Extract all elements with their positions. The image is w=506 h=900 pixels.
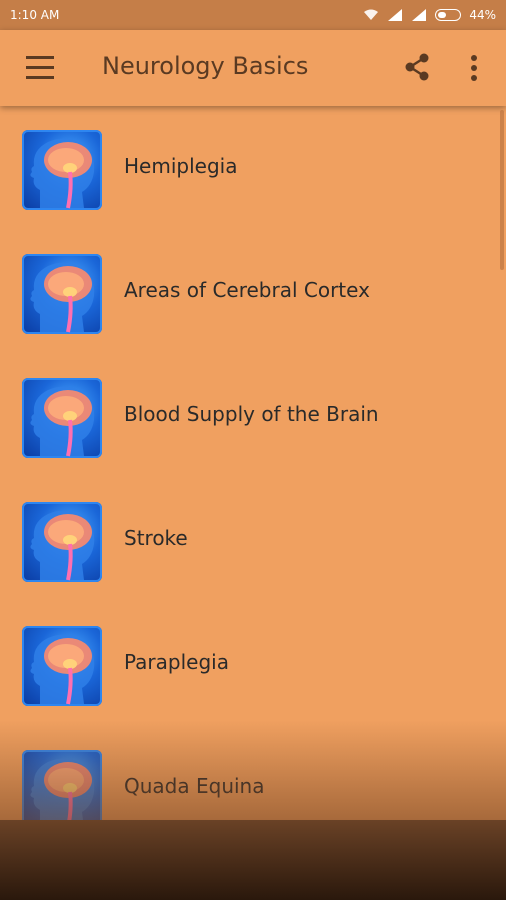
brain-head-icon xyxy=(22,502,102,582)
brain-head-icon xyxy=(22,130,102,210)
list-item-label: Hemiplegia xyxy=(124,154,238,178)
app-bar: Neurology Basics xyxy=(0,30,506,106)
brain-head-icon xyxy=(22,254,102,334)
list-item[interactable]: Areas of Cerebral Cortex xyxy=(0,230,506,354)
brain-head-icon xyxy=(22,626,102,706)
share-icon[interactable] xyxy=(402,52,432,82)
list-item[interactable]: Paraplegia xyxy=(0,602,506,726)
brain-head-icon xyxy=(22,378,102,458)
list-item-label: Quada Equina xyxy=(124,774,265,798)
scrollbar[interactable] xyxy=(500,110,504,270)
brain-head-icon xyxy=(22,750,102,830)
status-icons: 44% xyxy=(363,8,496,22)
list-item[interactable]: Blood Supply of the Brain xyxy=(0,354,506,478)
list-item[interactable]: Hemiplegia xyxy=(0,106,506,230)
hamburger-menu-icon[interactable] xyxy=(26,56,54,80)
battery-icon xyxy=(435,9,462,21)
list-item-label: Stroke xyxy=(124,526,188,550)
more-options-icon[interactable] xyxy=(466,54,482,82)
list-item-label: Blood Supply of the Brain xyxy=(124,402,379,426)
app-title: Neurology Basics xyxy=(102,52,309,80)
status-bar: 1:10 AM 44% xyxy=(0,0,506,30)
battery-percent: 44% xyxy=(469,8,496,22)
status-time: 1:10 AM xyxy=(10,8,60,22)
wifi-icon xyxy=(364,9,379,20)
signal-icon xyxy=(388,9,403,21)
topic-list: Hemiplegia Areas of Cerebral Cortex Blood … xyxy=(0,106,506,850)
navigation-bar xyxy=(0,820,506,900)
list-item[interactable]: Stroke xyxy=(0,478,506,602)
list-item-label: Areas of Cerebral Cortex xyxy=(124,278,370,302)
signal-icon-2 xyxy=(412,9,427,21)
list-item-label: Paraplegia xyxy=(124,650,229,674)
battery-level xyxy=(438,12,447,18)
